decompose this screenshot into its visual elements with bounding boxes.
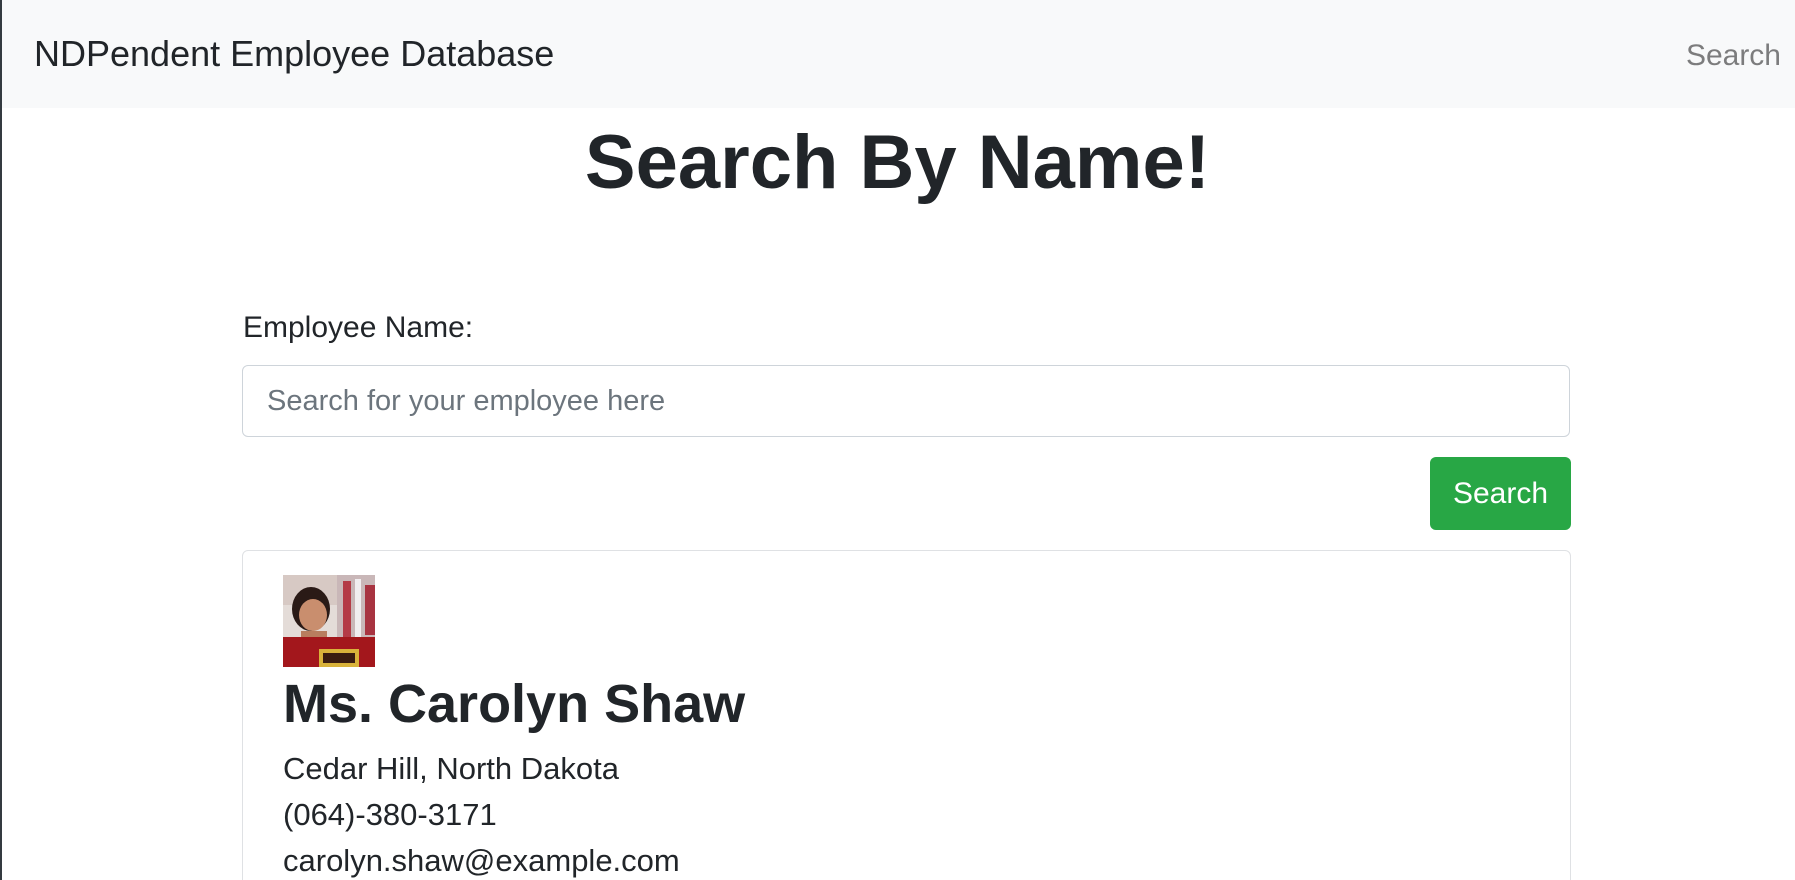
nav-search-link[interactable]: Search (1686, 37, 1781, 75)
employee-search-input[interactable] (242, 365, 1570, 437)
employee-email: carolyn.shaw@example.com (283, 843, 680, 878)
employee-name-label: Employee Name: (243, 311, 474, 344)
page-title: Search By Name! (584, 120, 1211, 205)
navbar-brand[interactable]: NDPendent Employee Database (34, 32, 554, 76)
employee-phone: (064)-380-3171 (283, 797, 497, 832)
navbar: NDPendent Employee Database Search (2, 0, 1795, 108)
employee-card: Ms. Carolyn Shaw Cedar Hill, North Dakot… (242, 550, 1571, 880)
employee-avatar (283, 575, 375, 667)
employee-name: Ms. Carolyn Shaw (283, 674, 746, 734)
search-button[interactable]: Search (1430, 457, 1571, 530)
employee-location: Cedar Hill, North Dakota (283, 751, 619, 786)
